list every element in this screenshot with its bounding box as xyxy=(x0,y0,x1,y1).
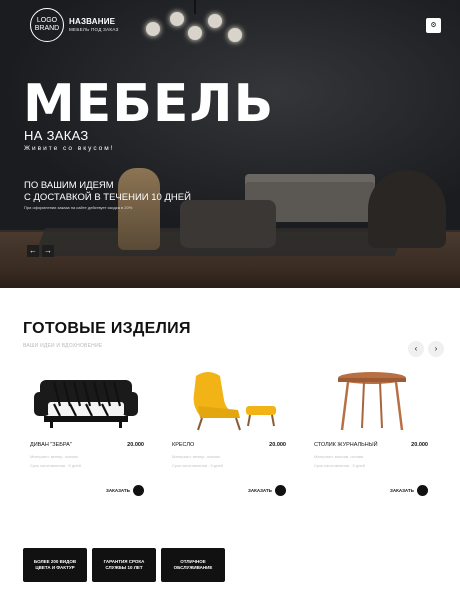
chevron-left-icon: ‹ xyxy=(414,344,418,353)
zebra-sofa-image xyxy=(34,380,138,428)
feature-badge: ГАРАНТИЯ СРОКА СЛУЖБЫ 10 ЛЕТ xyxy=(92,548,156,582)
order-button[interactable] xyxy=(417,485,428,496)
hero-banner: LOGO BRAND НАЗВАНИЕ МЕБЕЛЬ ПОД ЗАКАЗ ⚙ М… xyxy=(0,0,460,288)
gear-icon: ⚙ xyxy=(430,22,437,29)
feature-label: БОЛЕЕ 200 ВИДОВ ЦВЕТА И ФАКТУР xyxy=(33,559,77,570)
product-desc: Материал: массив, основа xyxy=(314,454,364,459)
product-name: СТОЛИК ЖУРНАЛЬНЫЙ xyxy=(314,442,378,448)
products-prev-button[interactable]: ‹ xyxy=(408,341,424,357)
feature-label: ГАРАНТИЯ СРОКА СЛУЖБЫ 10 ЛЕТ xyxy=(103,559,145,570)
feature-badge: ОТЛИЧНОЕ ОБСЛУЖИВАНИЕ xyxy=(161,548,225,582)
settings-button[interactable]: ⚙ xyxy=(426,18,441,33)
product-name: КРЕСЛО xyxy=(172,442,195,448)
section-subtitle: ВАШИ ИДЕИ И ВДОХНОВЕНИЕ xyxy=(23,343,103,349)
order-button[interactable] xyxy=(275,485,286,496)
logo-text-line2: BRAND xyxy=(34,25,60,32)
feature-badge: БОЛЕЕ 200 ВИДОВ ЦВЕТА И ФАКТУР xyxy=(23,548,87,582)
logo-text-line1: LOGO xyxy=(36,17,58,24)
logo[interactable]: LOGO BRAND xyxy=(30,8,64,42)
coffee-table-image xyxy=(338,372,406,431)
product-name: ДИВАН "ЗЕБРА" xyxy=(30,442,72,448)
hero-subtitle: НА ЗАКАЗ xyxy=(24,128,89,143)
product-price: 20.000 xyxy=(127,442,144,448)
arrow-left-icon: ← xyxy=(29,246,37,255)
product-card[interactable]: КРЕСЛО 20.000 Материал: велюр, основа Ср… xyxy=(166,362,290,502)
brand-subtitle: МЕБЕЛЬ ПОД ЗАКАЗ xyxy=(69,27,119,32)
hero-coffee-table xyxy=(180,200,276,248)
product-card[interactable]: ДИВАН "ЗЕБРА" 20.000 Материал: велюр, ос… xyxy=(24,362,148,502)
hero-line-2: С ДОСТАВКОЙ В ТЕЧЕНИИ 10 ДНЕЙ xyxy=(24,192,191,203)
product-desc: Материал: велюр, основа xyxy=(172,454,220,459)
product-term: Срок изготовления - 5 дней xyxy=(30,463,81,468)
product-desc: Материал: велюр, основа xyxy=(30,454,78,459)
order-button-label[interactable]: ЗАКАЗАТЬ xyxy=(106,488,130,493)
product-term: Срок изготовления - 5 дней xyxy=(172,463,223,468)
armchair-image xyxy=(193,372,276,431)
hero-next-button[interactable]: → xyxy=(42,245,54,257)
product-card[interactable]: СТОЛИК ЖУРНАЛЬНЫЙ 20.000 Материал: масси… xyxy=(308,362,432,502)
feature-label: ОТЛИЧНОЕ ОБСЛУЖИВАНИЕ xyxy=(173,559,213,570)
section-title: ГОТОВЫЕ ИЗДЕЛИЯ xyxy=(23,320,191,337)
order-button-label[interactable]: ЗАКАЗАТЬ xyxy=(390,488,414,493)
products-next-button[interactable]: › xyxy=(428,341,444,357)
hero-title: МЕБЕЛЬ xyxy=(23,74,275,134)
order-button-label[interactable]: ЗАКАЗАТЬ xyxy=(248,488,272,493)
chandelier-stem xyxy=(194,0,196,14)
hero-slogan: Живите со вкусом! xyxy=(24,145,115,152)
hero-line-1: ПО ВАШИМ ИДЕЯМ xyxy=(24,180,114,191)
order-button[interactable] xyxy=(133,485,144,496)
arrow-right-icon: → xyxy=(44,246,52,255)
product-price: 20.000 xyxy=(411,442,428,448)
brand-name: НАЗВАНИЕ xyxy=(69,17,116,26)
product-term: Срок изготовления - 5 дней xyxy=(314,463,365,468)
product-price: 20.000 xyxy=(269,442,286,448)
hero-prev-button[interactable]: ← xyxy=(27,245,39,257)
chevron-right-icon: › xyxy=(434,344,438,353)
hero-armchair xyxy=(368,170,446,248)
hero-discount-note: При оформлении заказа на сайте действует… xyxy=(24,205,133,210)
